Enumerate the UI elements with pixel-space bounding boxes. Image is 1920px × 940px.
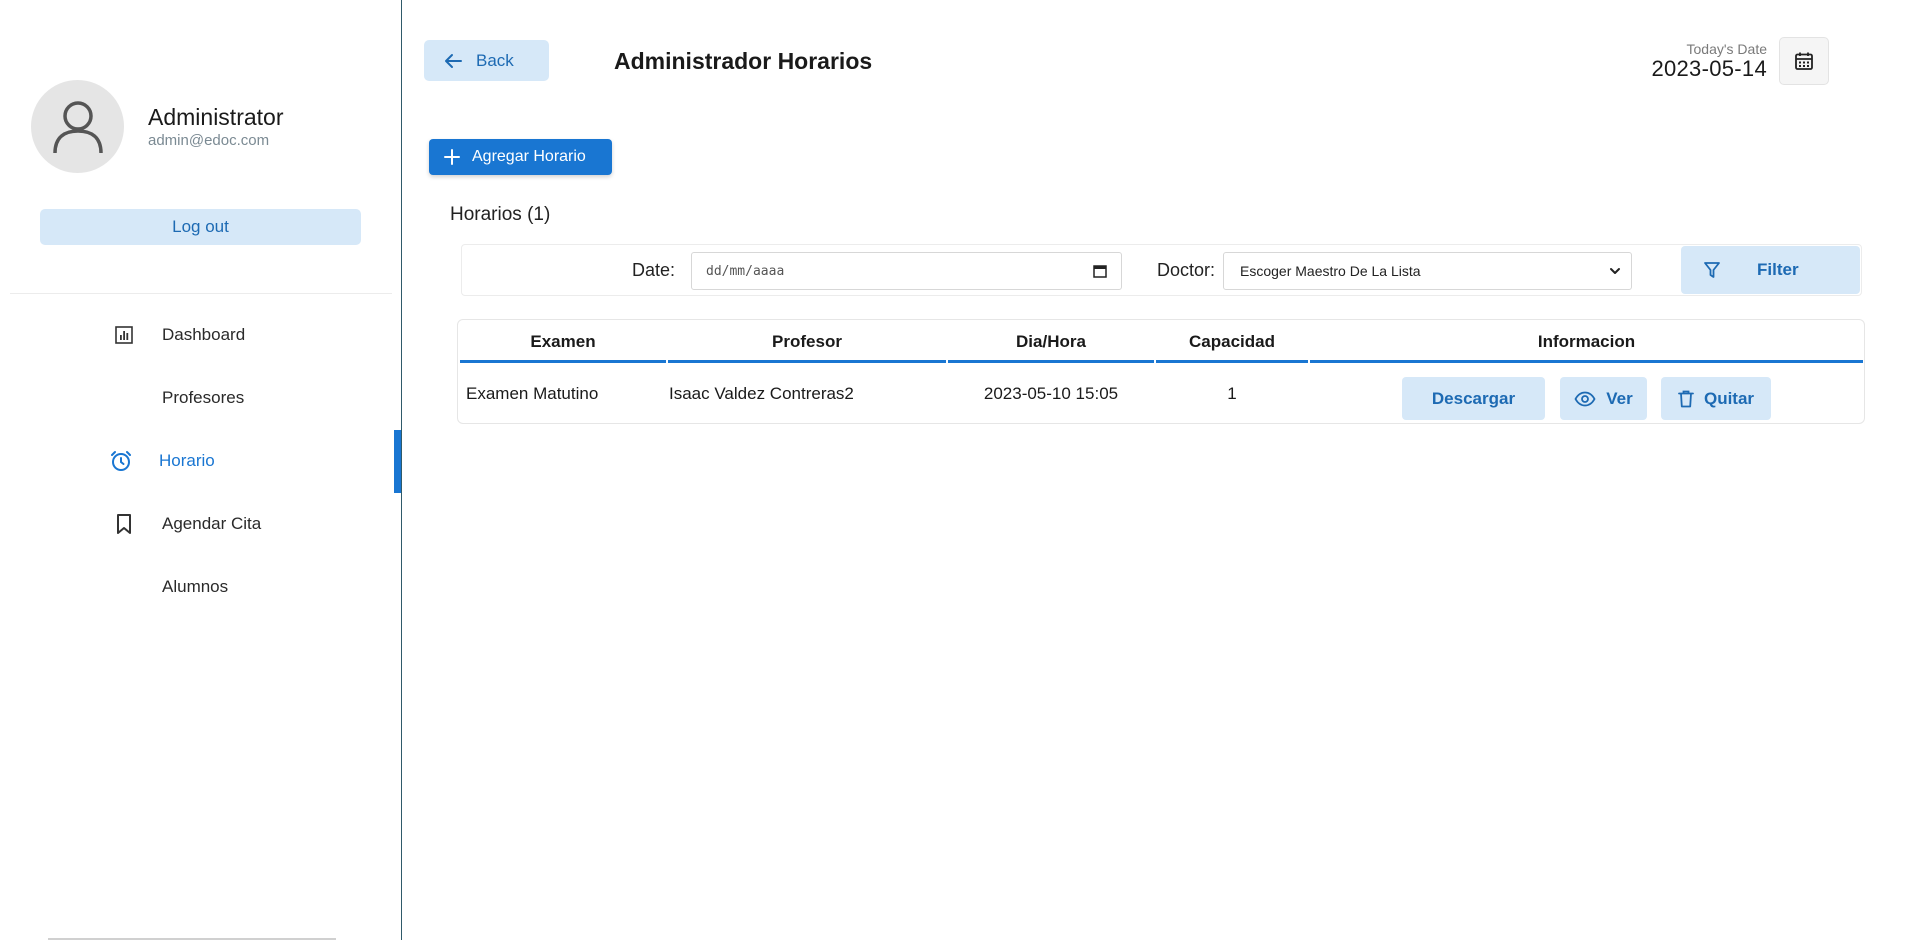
calendar-icon[interactable] [1093, 264, 1107, 278]
today-date-value: 2023-05-14 [1651, 56, 1767, 81]
profile-name: Administrator [148, 104, 284, 130]
dashboard-icon [112, 323, 136, 347]
date-label: Date: [632, 260, 676, 280]
bookmark-icon [112, 512, 136, 536]
remove-label: Quitar [1703, 388, 1755, 408]
column-header-informacion: Informacion [1537, 332, 1636, 351]
filter-label: Filter [1757, 260, 1799, 279]
calendar-icon [1795, 52, 1813, 70]
header-underline [1156, 360, 1308, 363]
page-title: Administrador Horarios [614, 48, 873, 74]
sidebar-item-label: Horario [159, 451, 215, 470]
avatar [31, 80, 124, 173]
remove-button[interactable]: Quitar [1661, 377, 1771, 420]
sidebar-item-label: Agendar Cita [162, 514, 262, 533]
alarm-clock-icon [109, 449, 133, 473]
header-underline [668, 360, 946, 363]
sidebar-item-agendar-cita[interactable]: Agendar Cita [0, 494, 402, 554]
user-icon [52, 100, 103, 153]
sidebar-item-dashboard[interactable]: Dashboard [0, 305, 402, 365]
doctor-select[interactable]: Escoger Maestro De La Lista [1223, 252, 1632, 290]
trash-icon [1678, 390, 1694, 407]
view-label: Ver [1606, 388, 1633, 408]
calendar-button[interactable] [1779, 37, 1829, 85]
doctor-label: Doctor: [1157, 260, 1216, 280]
cell-examen: Examen Matutino [466, 384, 599, 403]
download-label: Descargar [1431, 388, 1516, 408]
doctor-selected-value: Escoger Maestro De La Lista [1240, 263, 1421, 279]
column-header-examen: Examen [530, 332, 596, 351]
cell-capacidad: 1 [1227, 384, 1237, 403]
back-button[interactable]: Back [424, 40, 549, 81]
sidebar-item-label: Dashboard [162, 325, 246, 344]
chevron-down-icon [1610, 268, 1620, 274]
sidebar-item-horario[interactable]: Horario [0, 431, 402, 491]
section-title: Horarios (1) [450, 204, 551, 225]
header-underline [948, 360, 1154, 363]
plus-icon [444, 149, 460, 165]
column-header-capacidad: Capacidad [1189, 332, 1275, 351]
view-button[interactable]: Ver [1560, 377, 1647, 420]
download-button[interactable]: Descargar [1402, 377, 1545, 420]
sidebar-item-label: Profesores [162, 388, 245, 407]
cell-profesor: Isaac Valdez Contreras2 [669, 384, 854, 403]
add-schedule-button[interactable]: Agregar Horario [429, 139, 612, 175]
profile-email: admin@edoc.com [148, 132, 270, 149]
column-header-dia-hora: Dia/Hora [1016, 332, 1086, 351]
header-underline [460, 360, 666, 363]
arrow-left-icon [445, 53, 462, 68]
active-indicator [394, 430, 401, 493]
logout-button[interactable]: Log out [40, 209, 361, 245]
sidebar: Administrator admin@edoc.com Log out Das… [0, 0, 402, 940]
header-underline [1310, 360, 1863, 363]
sidebar-item-alumnos[interactable]: Alumnos [0, 557, 402, 617]
cell-dia-hora: 2023-05-10 15:05 [983, 384, 1119, 403]
sidebar-item-profesores[interactable]: Profesores [0, 368, 402, 428]
sidebar-divider [10, 293, 392, 294]
add-schedule-label: Agregar Horario [472, 148, 586, 165]
filter-button[interactable]: Filter [1681, 246, 1860, 294]
back-label: Back [476, 50, 514, 70]
column-header-profesor: Profesor [772, 332, 842, 351]
date-placeholder: dd/mm/aaaa [706, 263, 785, 279]
sidebar-item-label: Alumnos [162, 577, 229, 596]
date-input[interactable]: dd/mm/aaaa [691, 252, 1122, 290]
today-date-label: Today's Date [1686, 41, 1768, 57]
eye-icon [1574, 391, 1596, 406]
filter-icon [1704, 262, 1720, 278]
